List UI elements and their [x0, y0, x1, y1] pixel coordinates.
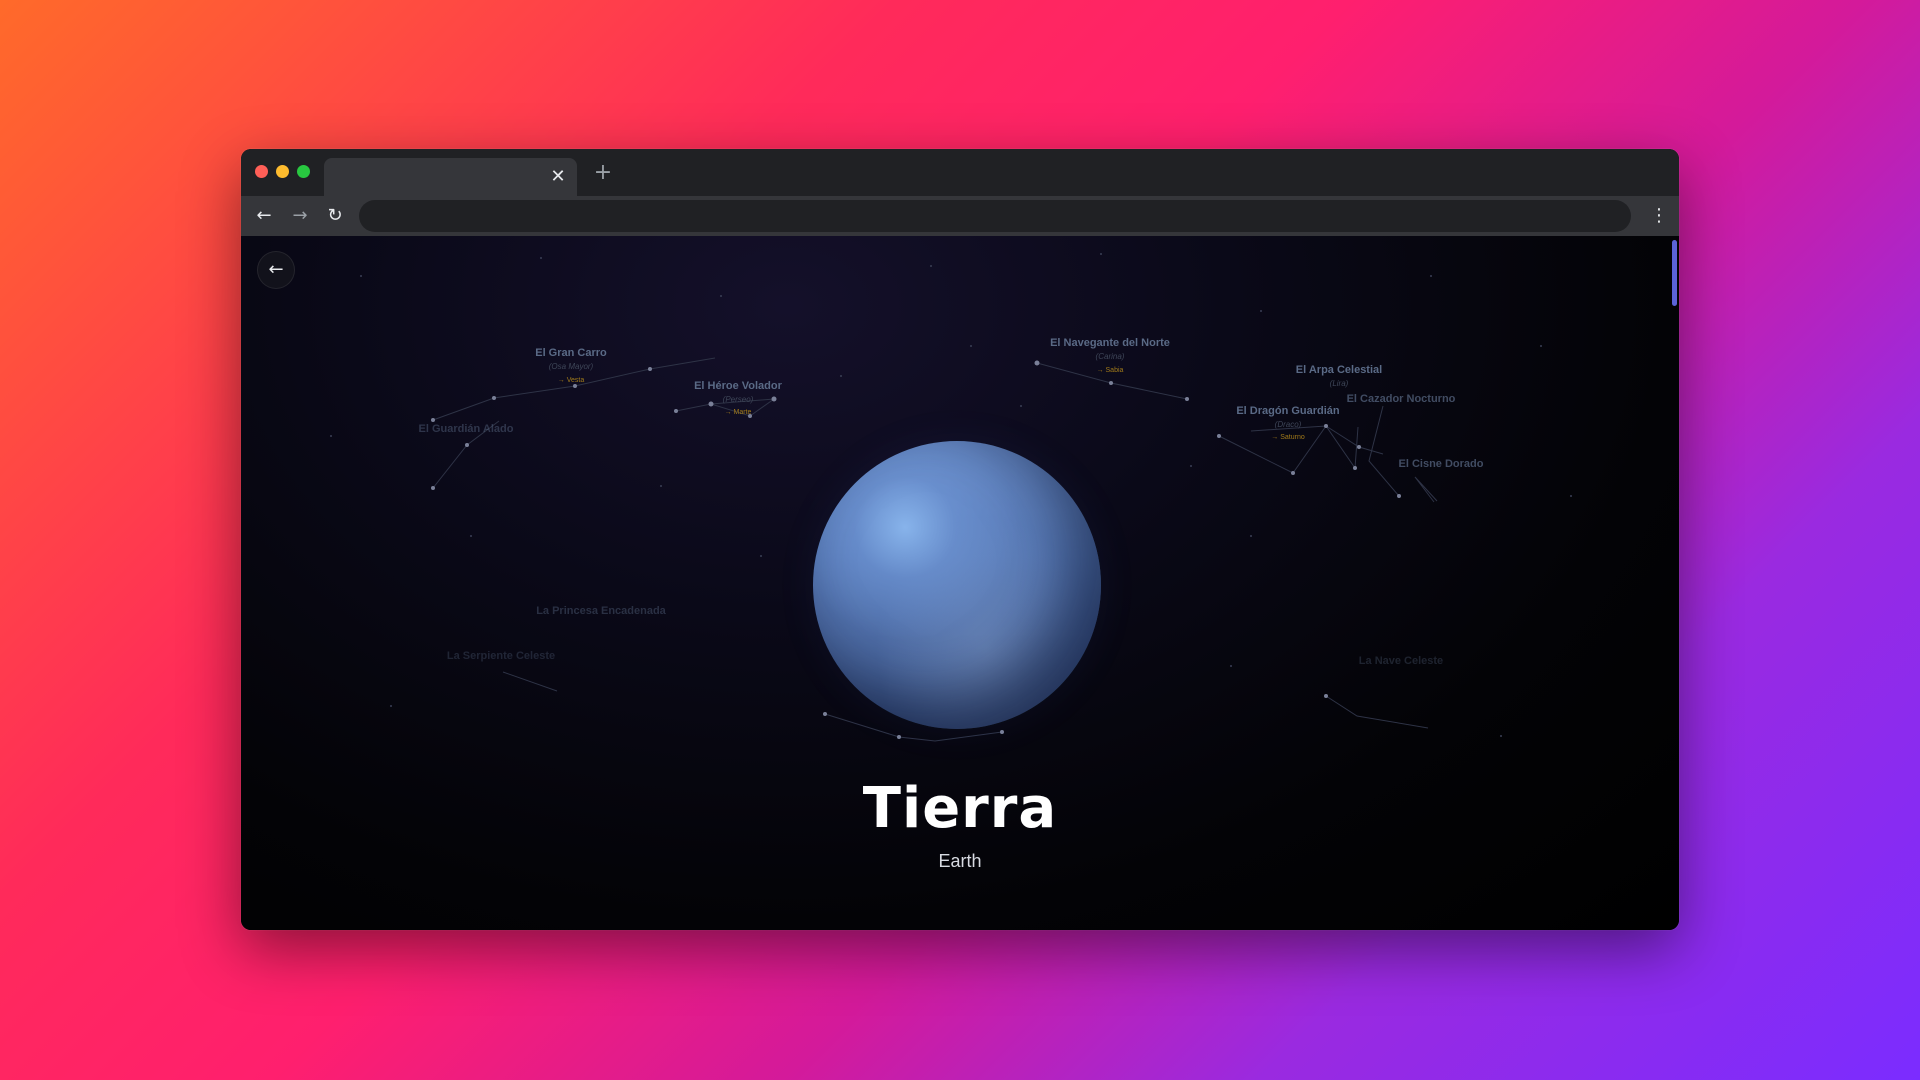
browser-tab[interactable]: ✕ — [324, 158, 577, 196]
constellation-name: El Arpa Celestial — [1296, 364, 1382, 376]
title-bar: ✕ + — [241, 149, 1679, 196]
browser-menu-icon[interactable]: ⋮ — [1649, 203, 1669, 229]
reload-icon[interactable]: ↻ — [322, 203, 348, 229]
back-button[interactable]: ← — [257, 251, 295, 289]
constellation-subname: (Lira) — [1330, 379, 1349, 388]
constellation-name: La Nave Celeste — [1359, 655, 1443, 667]
constellation-star: → Sabia — [1097, 367, 1124, 374]
scrollbar-thumb[interactable] — [1672, 240, 1677, 306]
browser-toolbar: ← → ↻ ⋮ — [241, 196, 1679, 236]
new-tab-icon[interactable]: + — [591, 161, 615, 185]
close-window-button[interactable] — [255, 165, 268, 178]
browser-window: ✕ + ← → ↻ ⋮ El Gran Carro (Osa Mayor) → … — [241, 149, 1679, 930]
constellation-name: El Guardián Alado — [419, 423, 514, 435]
planet-sphere — [813, 441, 1101, 729]
page-content: El Gran Carro (Osa Mayor) → Vesta El Hér… — [241, 236, 1679, 930]
planet-subtitle: Earth — [938, 851, 982, 871]
constellation-subname: (Draco) — [1275, 420, 1302, 429]
constellation-name: El Cazador Nocturno — [1347, 393, 1456, 405]
constellation-name: El Héroe Volador — [694, 380, 783, 392]
back-arrow-icon[interactable]: ← — [251, 203, 277, 229]
constellation-star: → Vesta — [558, 377, 585, 384]
forward-arrow-icon[interactable]: → — [287, 203, 313, 229]
constellation-subname: (Osa Mayor) — [549, 362, 594, 371]
constellation-star: → Marte — [725, 409, 752, 416]
constellation-name: El Navegante del Norte — [1050, 337, 1170, 349]
constellation-name: La Princesa Encadenada — [536, 605, 666, 617]
tab-close-icon[interactable]: ✕ — [547, 166, 569, 188]
constellation-name: El Cisne Dorado — [1399, 458, 1484, 470]
address-bar[interactable] — [359, 200, 1631, 232]
minimize-window-button[interactable] — [276, 165, 289, 178]
constellation-name: El Dragón Guardián — [1236, 405, 1340, 417]
constellation-name: El Gran Carro — [535, 347, 607, 359]
constellation-subname: (Perseo) — [723, 395, 754, 404]
maximize-window-button[interactable] — [297, 165, 310, 178]
constellation-star: → Saturno — [1271, 434, 1305, 441]
constellation-name: La Serpiente Celeste — [447, 650, 555, 662]
planet-title: Tierra — [862, 776, 1058, 841]
constellation-subname: (Carina) — [1096, 352, 1125, 361]
